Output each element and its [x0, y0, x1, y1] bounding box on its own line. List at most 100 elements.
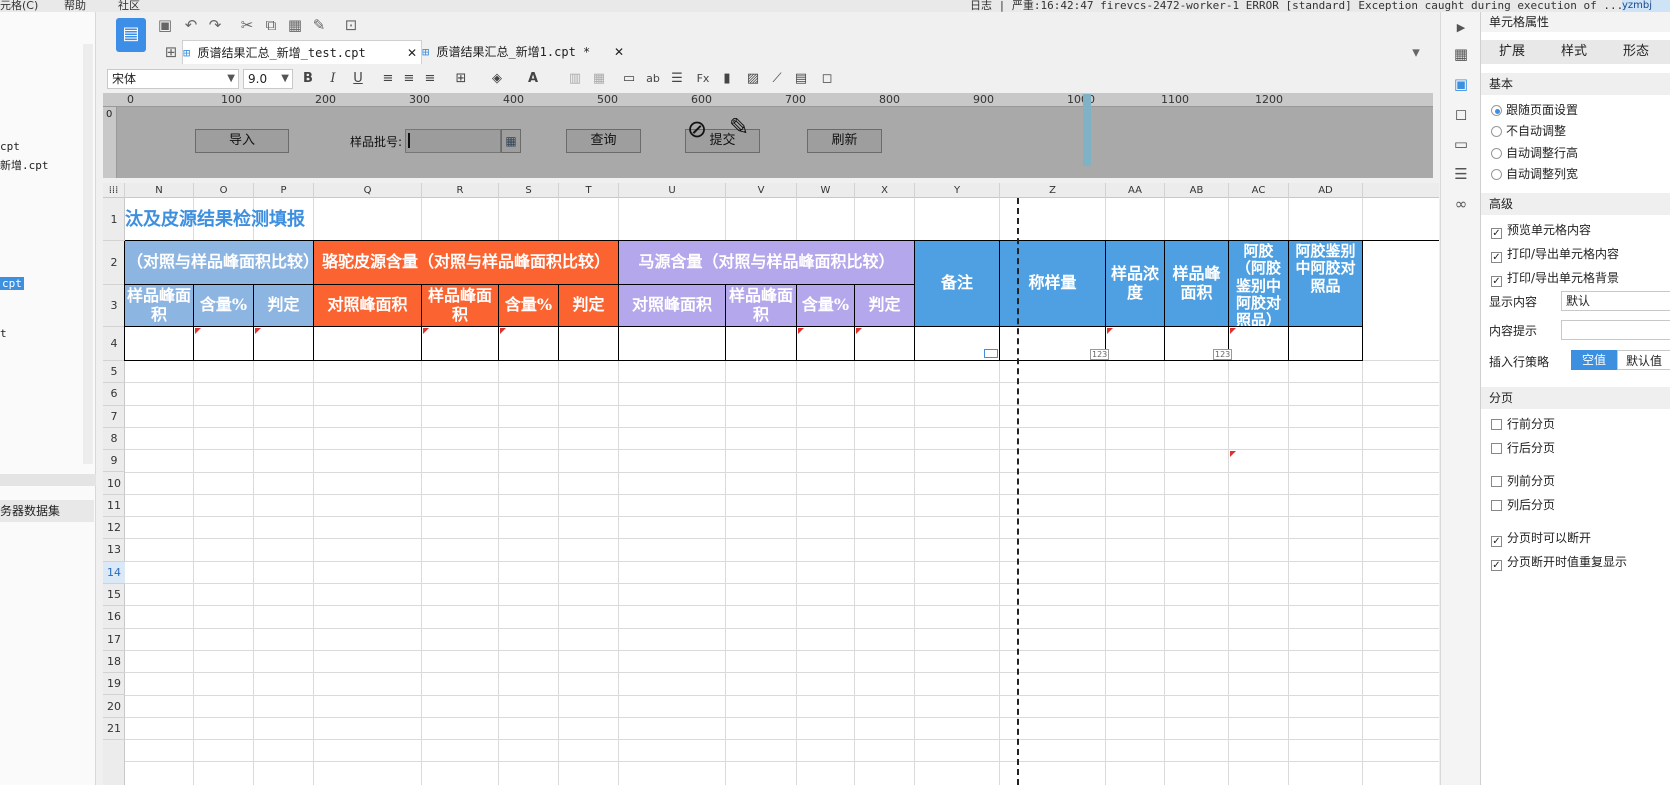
check-print-background[interactable]: ✓ 打印/导出单元格背景: [1491, 269, 1619, 287]
data-cell-row4[interactable]: [499, 327, 559, 361]
row-header-19[interactable]: 19: [103, 673, 125, 696]
italic-button[interactable]: I: [323, 69, 343, 89]
tree-item-selected[interactable]: cpt: [0, 277, 24, 290]
close-icon[interactable]: ✕: [614, 40, 624, 64]
menu-format[interactable]: 元格(C): [0, 0, 38, 12]
group-header-horse[interactable]: 马源含量（对照与样品峰面积比较）: [619, 241, 915, 285]
row-header-3[interactable]: 3: [103, 285, 125, 327]
import-button[interactable]: 导入: [195, 129, 289, 153]
data-cell-row4[interactable]: [797, 327, 855, 361]
tall-header-ab[interactable]: 样品峰面积: [1165, 241, 1229, 327]
align-right-icon[interactable]: ≡: [420, 69, 440, 89]
border-icon[interactable]: ⊞: [451, 69, 471, 89]
section-paging[interactable]: 分页: [1481, 387, 1670, 409]
save-icon[interactable]: ▣: [154, 14, 176, 36]
row-header-16[interactable]: 16: [103, 606, 125, 629]
column-header-t[interactable]: T: [559, 183, 619, 198]
column-header-r[interactable]: R: [422, 183, 499, 198]
sub-header-x[interactable]: 判定: [855, 285, 915, 327]
data-cell-row4[interactable]: [619, 327, 726, 361]
radio-auto-col-width[interactable]: 自动调整列宽: [1491, 165, 1578, 183]
report-sheet[interactable]: ⁞⁞⁞ N O P Q R S T U V W X Y Z AA AB AC AD 1 2 3 4 5 6 7 8 9 10 11 1…: [103, 183, 1439, 785]
chart-icon[interactable]: ▮: [717, 69, 737, 89]
sub-header-p[interactable]: 判定: [254, 285, 314, 327]
data-cell-row4[interactable]: [726, 327, 797, 361]
tab-expand[interactable]: 扩展: [1481, 40, 1543, 64]
column-header-x[interactable]: X: [855, 183, 915, 198]
row-header-12[interactable]: 12: [103, 517, 125, 540]
row-header-13[interactable]: 13: [103, 539, 125, 562]
grid-icon[interactable]: ⊞: [160, 41, 182, 63]
merge-icon[interactable]: ▥: [565, 69, 585, 89]
tall-header-ac[interactable]: 阿胶（阿胶鉴别中阿胶对照品）: [1229, 241, 1289, 327]
row-header-1[interactable]: 1: [103, 198, 125, 241]
tall-header-aa[interactable]: 样品浓度: [1106, 241, 1165, 327]
column-header-z[interactable]: Z: [1000, 183, 1106, 198]
tab-style[interactable]: 样式: [1543, 40, 1605, 64]
check-page-before-row[interactable]: 行前分页: [1491, 415, 1555, 433]
unmerge-icon[interactable]: ▦: [589, 69, 609, 89]
sub-header-q[interactable]: 对照峰面积: [314, 285, 422, 327]
section-basic[interactable]: 基本: [1481, 73, 1670, 95]
data-cell-row4[interactable]: [422, 327, 499, 361]
data-cell-row4[interactable]: [1289, 327, 1363, 361]
paste-icon[interactable]: ▦: [284, 14, 306, 36]
tall-header-ad[interactable]: 阿胶鉴别中阿胶对照品: [1289, 241, 1363, 327]
form-width-handle[interactable]: [1083, 94, 1091, 166]
row-header-14[interactable]: 14: [103, 561, 125, 584]
column-header-s[interactable]: S: [499, 183, 559, 198]
row-header-4[interactable]: 4: [103, 327, 125, 361]
content-tip-input[interactable]: [1561, 320, 1670, 340]
column-header-v[interactable]: V: [726, 183, 797, 198]
column-header-aa[interactable]: AA: [1106, 183, 1165, 198]
sub-header-v[interactable]: 样品峰面积: [726, 285, 797, 327]
tab-template-new1[interactable]: ⊞ 质谱结果汇总_新增1.cpt * ✕: [422, 40, 630, 64]
menu-community[interactable]: 社区: [118, 0, 140, 12]
fill-color-icon[interactable]: ◈: [487, 69, 507, 89]
font-color-icon[interactable]: A: [523, 69, 543, 89]
condition-icon[interactable]: ☰: [1449, 162, 1473, 186]
column-header-ab[interactable]: AB: [1165, 183, 1229, 198]
sub-header-r[interactable]: 样品峰面积: [422, 285, 499, 327]
data-cell-row4[interactable]: [1106, 327, 1165, 361]
text-icon[interactable]: ab: [643, 69, 663, 89]
cell-attr-icon[interactable]: ▣: [1449, 72, 1473, 96]
tree-item[interactable]: t: [0, 327, 7, 340]
row-header-8[interactable]: 8: [103, 428, 125, 451]
row-header-9[interactable]: 9: [103, 450, 125, 473]
select-all-icon[interactable]: ⁞⁞⁞: [103, 183, 125, 198]
data-cell-row4[interactable]: [125, 327, 194, 361]
radio-no-adjust[interactable]: 不自动调整: [1491, 122, 1566, 140]
row-header-6[interactable]: 6: [103, 383, 125, 406]
row-header-21[interactable]: 21: [103, 718, 125, 741]
cut-icon[interactable]: ✂: [236, 14, 258, 36]
row-header-7[interactable]: 7: [103, 406, 125, 428]
rich-text-icon[interactable]: ☰: [667, 69, 687, 89]
underline-button[interactable]: U: [348, 69, 368, 89]
row-header-11[interactable]: 11: [103, 495, 125, 518]
undo-icon[interactable]: ↶: [180, 14, 202, 36]
data-cell-row4[interactable]: [1229, 327, 1289, 361]
insert-row-icon[interactable]: ▭: [619, 69, 639, 89]
panel-splitter[interactable]: [0, 474, 96, 486]
check-page-after-col[interactable]: 列后分页: [1491, 496, 1555, 514]
radio-auto-row-height[interactable]: 自动调整行高: [1491, 144, 1578, 162]
sub-header-s[interactable]: 含量%: [499, 285, 559, 327]
sub-header-t[interactable]: 判定: [559, 285, 619, 327]
column-header-ac[interactable]: AC: [1229, 183, 1289, 198]
section-advanced[interactable]: 高级: [1481, 193, 1670, 215]
check-page-before-col[interactable]: 列前分页: [1491, 472, 1555, 490]
row-header-17[interactable]: 17: [103, 629, 125, 651]
sub-header-o[interactable]: 含量%: [194, 285, 254, 327]
column-header-w[interactable]: W: [797, 183, 855, 198]
image-icon[interactable]: ▨: [743, 69, 763, 89]
report-title[interactable]: 汰及皮源结果检测填报: [125, 198, 305, 241]
parameter-canvas[interactable]: 导入 样品批号: ▦ 查询 提交 ⊘ ✎ 刷新: [117, 107, 1433, 178]
font-name-select[interactable]: 宋体 ▼: [107, 69, 239, 89]
sub-report-icon[interactable]: ▤: [791, 69, 811, 89]
data-cell-row4[interactable]: [314, 327, 422, 361]
column-header-ad[interactable]: AD: [1289, 183, 1363, 198]
column-header-p[interactable]: P: [254, 183, 314, 198]
row-header-18[interactable]: 18: [103, 651, 125, 674]
row-header-5[interactable]: 5: [103, 361, 125, 384]
